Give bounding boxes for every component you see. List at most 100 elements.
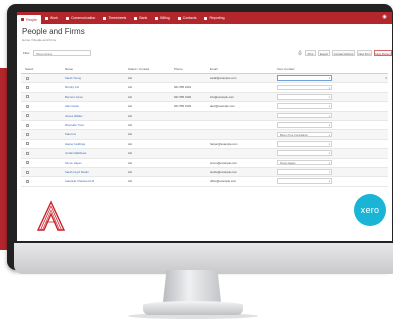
row-status: Act [128, 104, 133, 109]
print-icon[interactable]: ⎙ [297, 50, 303, 56]
row-name[interactable]: James Walker [65, 114, 83, 118]
chevron-down-icon: ▾ [328, 105, 330, 109]
table-row[interactable]: Jordan Matthews Act ▾ [21, 149, 388, 159]
col-email: Email [210, 67, 218, 71]
col-xero: Xero Contact [277, 67, 295, 71]
row-checkbox[interactable] [26, 170, 29, 174]
app-logo-icon [36, 200, 66, 231]
nav-item-reporting[interactable]: Reporting [200, 12, 228, 24]
close-icon[interactable]: ✕ [385, 76, 388, 80]
xero-contact-select[interactable]: ▾ [277, 103, 332, 109]
nav-item-communication[interactable]: Communication [62, 12, 99, 24]
row-name[interactable]: Kate Fox [65, 132, 76, 136]
row-name[interactable]: Simon Hayes [65, 161, 82, 165]
row-checkbox[interactable] [26, 132, 29, 136]
row-name[interactable]: Jordan Matthews [65, 151, 86, 155]
table-row[interactable]: Simon Hayes Act simon@example.com Simon Hay… [21, 159, 388, 168]
table-row[interactable]: James Walker Act ▾ [21, 111, 388, 121]
col-phone: Phone [174, 67, 183, 71]
nav-item-bank[interactable]: Bank [130, 12, 151, 24]
brand-band [17, 190, 392, 241]
toolbar-row: Filter Show Active ⎙ Print Export Contac… [21, 50, 392, 58]
row-checkbox[interactable] [26, 76, 29, 80]
table-row[interactable]: Murphy Ltd Act 021 555 0101 ▾ [21, 83, 388, 93]
xero-contact-select[interactable]: ▾ [277, 122, 332, 128]
new-firm-button[interactable]: New Firm [357, 50, 372, 56]
export-button[interactable]: Export [318, 50, 330, 56]
row-name[interactable]: Murphy Ltd [65, 85, 79, 89]
row-checkbox[interactable] [26, 95, 29, 99]
row-email[interactable]: office@example.com [210, 179, 236, 183]
row-email[interactable]: alan@example.com [210, 104, 235, 108]
table-row[interactable]: Sarah Lloyd Studio Act studio@example.com ▾ [21, 167, 388, 178]
new-person-button[interactable]: New Person [374, 50, 392, 56]
row-name[interactable]: Harper Holdings [65, 142, 85, 146]
row-status: Act [128, 160, 133, 165]
xero-contact-select[interactable]: ▾ [277, 178, 332, 185]
chevron-down-icon: ▾ [328, 133, 330, 137]
filter-select[interactable]: Show Active [33, 50, 91, 56]
filter-label: Filter [23, 51, 30, 55]
chevron-down-icon: ▾ [328, 124, 330, 128]
nav-item-timesheets[interactable]: Timesheets [99, 12, 130, 24]
row-status: Act [128, 151, 133, 156]
row-phone: 021 555 0103 [174, 104, 192, 109]
row-name[interactable]: Alan Carter [65, 104, 79, 108]
bell-icon[interactable]: ◉ [382, 15, 387, 20]
table-row[interactable]: Riverside Trust Act ▾ [21, 121, 388, 131]
xero-contact-select[interactable]: Bloom Tree Consultants ▾ [277, 131, 332, 138]
xero-contact-select[interactable]: ▾ [277, 112, 332, 119]
row-checkbox[interactable] [26, 123, 29, 127]
xero-contact-select[interactable]: ▾ [277, 169, 332, 175]
monitor-chin [14, 243, 393, 274]
nav-icon [66, 16, 70, 20]
chevron-down-icon: ▾ [328, 161, 330, 165]
row-checkbox[interactable] [26, 161, 29, 165]
nav-icon [103, 16, 107, 20]
nav-item-billing[interactable]: Billing [151, 12, 173, 24]
monitor-stand-base [143, 301, 243, 315]
row-phone: 021 555 0101 [174, 85, 192, 90]
xero-contact-select[interactable]: ▾ [277, 140, 332, 147]
row-name[interactable]: Bennett Jones [65, 95, 83, 99]
table-body: Sarah Young Act sarah@example.com ▾ ✕ Murphy … [21, 74, 388, 187]
monitor-frame: People Work Communication Timesheets Bank Bil… [7, 4, 393, 274]
xero-contact-select[interactable]: ▾ [277, 84, 332, 91]
row-status: Act [128, 113, 133, 118]
xero-contact-select[interactable]: Simon Hayes ▾ [277, 159, 332, 166]
row-email[interactable]: info@example.com [210, 95, 234, 99]
row-email[interactable]: sarah@example.com [210, 76, 236, 80]
table-row[interactable]: Alan Carter Act 021 555 0103 alan@example.c… [21, 102, 388, 112]
row-name[interactable]: Sarah Lloyd Studio [65, 170, 89, 174]
table-row[interactable]: Sarah Young Act sarah@example.com ▾ ✕ [21, 74, 388, 84]
col-status: Status / Contact [128, 67, 150, 71]
row-email[interactable]: harper@example.com [210, 142, 238, 146]
row-name[interactable]: Sarah Young [65, 76, 81, 80]
nav-item-work[interactable]: Work [41, 12, 62, 24]
breadcrumb: Home / People and Firms [22, 38, 57, 42]
row-email[interactable]: simon@example.com [210, 161, 237, 165]
row-name[interactable]: Lakeside Chartered Ltd [65, 179, 94, 183]
xero-contact-select[interactable]: ▾ [277, 75, 332, 81]
table-row[interactable]: Bennett Jones Act 021 555 0102 info@example… [21, 92, 388, 103]
row-checkbox[interactable] [26, 85, 29, 89]
xero-contact-select[interactable]: ▾ [277, 93, 332, 100]
row-name[interactable]: Riverside Trust [65, 123, 84, 127]
table-row[interactable]: Lakeside Chartered Ltd Act office@example.… [21, 177, 388, 187]
row-checkbox[interactable] [26, 151, 29, 155]
table-row[interactable]: Kate Fox Act Bloom Tree Consultants ▾ [21, 130, 388, 140]
contact-actions-button[interactable]: Contact Actions [332, 50, 355, 56]
nav-item-contacts[interactable]: Contacts [174, 12, 201, 24]
row-checkbox[interactable] [26, 114, 29, 118]
row-checkbox[interactable] [26, 179, 29, 183]
xero-contact-select[interactable]: ▾ [277, 150, 332, 156]
print-button[interactable]: Print [305, 50, 316, 56]
row-checkbox[interactable] [26, 104, 29, 108]
nav-icon [134, 16, 138, 20]
table-row[interactable]: Harper Holdings Act harper@example.com ▾ [21, 140, 388, 150]
row-checkbox[interactable] [26, 142, 29, 146]
nav-label: Work [49, 16, 59, 20]
nav-item-people[interactable]: People [17, 15, 41, 24]
row-email[interactable]: studio@example.com [210, 170, 237, 174]
row-phone: 021 555 0102 [174, 94, 192, 99]
